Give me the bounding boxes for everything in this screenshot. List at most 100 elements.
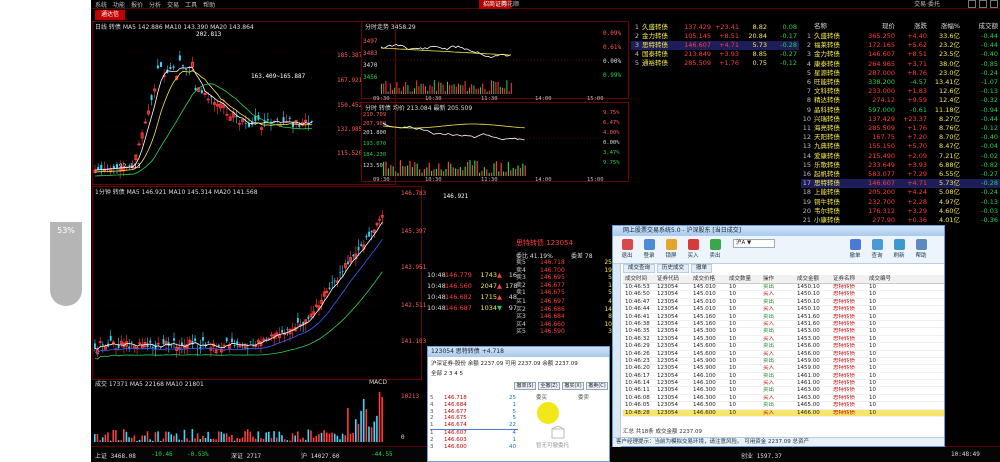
menu-function[interactable]: 功能 <box>113 0 125 9</box>
tab-trade-query[interactable]: 成交查询 <box>623 264 656 273</box>
orderbook-level[interactable]: 买1 146.697 4 <box>516 298 616 306</box>
macd-label[interactable]: MACD <box>369 379 387 386</box>
query-button[interactable]: 查询 <box>867 239 887 261</box>
trade-row[interactable]: 10:46:38 123054 145.160 10 买入 1451.60 思特转债 10 <box>623 321 944 329</box>
cancel-button[interactable]: 撤单(S) <box>514 382 536 390</box>
quote-row[interactable]: 18 上能转债 205.200 +4.24 5.08亿 -0.24 <box>801 188 1000 197</box>
trade-row[interactable]: 10:46:08 123054 146.300 10 买入 1463.00 思特转债 10 <box>623 395 944 403</box>
trade-row[interactable]: 10:46:23 123054 145.900 10 卖出 1459.00 思特转债 10 <box>623 358 944 366</box>
cancel-order-button[interactable]: 撤单 <box>845 239 865 261</box>
trade-row[interactable]: 10:46:11 123054 146.300 10 卖出 1463.00 思特转债 10 <box>623 387 944 395</box>
quote-row[interactable]: 9 晶科转债 597.000 -0.61 11.18亿 -0.94 <box>801 106 1000 115</box>
exit-button[interactable]: 退出 <box>617 239 637 261</box>
order-book-level[interactable]: 5 146.718 25 <box>430 395 518 402</box>
cancel-all-button[interactable]: 全撤(Z) <box>538 382 560 390</box>
trade-row[interactable]: 10:46:26 123054 145.600 10 买入 1456.00 思特转债 10 <box>623 351 944 358</box>
quote-row[interactable]: 19 铜牛转债 232.700 +2.28 4.97亿 -0.13 <box>801 198 1000 207</box>
buy-button[interactable]: 买入 <box>683 239 703 261</box>
order-book-level[interactable]: 1 146.607 4 <box>430 428 518 437</box>
quote-row[interactable]: 15 乐歌转债 233.649 +3.93 6.88亿 -0.82 <box>801 161 1000 170</box>
order-book-level[interactable]: 2 146.675 5 <box>430 415 518 422</box>
trade-row[interactable]: 10:46:53 123054 145.010 10 卖出 1450.10 思特转债 10 <box>623 284 944 292</box>
mini-quote-row[interactable]: 1 久盛转债 137.429 +23.41 8.82 0.08 <box>631 23 799 32</box>
orderbook-level[interactable]: 卖2 146.677 1 <box>516 282 616 290</box>
quote-row[interactable]: 11 海亮转债 285.509 +1.76 8.76亿 -0.12 <box>801 124 1000 133</box>
intraday-index-chart[interactable] <box>381 28 601 96</box>
orderbook-level[interactable]: 买4 146.660 10 <box>516 321 616 329</box>
menu-trade[interactable]: 交易 <box>167 0 179 9</box>
trade-row[interactable]: 10:46:32 123054 145.300 10 买入 1453.00 思特转债 10 <box>623 336 944 344</box>
intraday-bond-chart[interactable] <box>383 110 601 178</box>
quote-row[interactable]: 16 起帆转债 583.077 +7.29 6.55亿 -0.27 <box>801 170 1000 179</box>
trade-row[interactable]: 10:46:41 123054 145.160 10 卖出 1451.60 思特转债 10 <box>623 314 944 321</box>
login-button[interactable]: 登录 <box>639 239 659 261</box>
trade-row[interactable]: 10:46:29 123054 145.600 10 卖出 1456.00 思特转债 10 <box>623 343 944 351</box>
close-icon[interactable] <box>990 0 998 8</box>
menu-analysis[interactable]: 分析 <box>149 0 161 9</box>
quote-row[interactable]: 3 金力转债 146.607 +8.51 23.5亿 -0.40 <box>801 50 1000 59</box>
orderbook-level[interactable]: 买2 146.686 14 <box>516 306 616 314</box>
mini-quote-row[interactable]: 2 金力转债 105.145 +8.51 20.84 -0.17 <box>631 32 799 41</box>
minute-kline-chart[interactable] <box>92 195 392 378</box>
trade-row[interactable]: 10:46:44 123054 145.010 10 买入 1450.10 思特转债 10 <box>623 306 944 314</box>
quote-row[interactable]: 7 文科转债 233.000 +1.83 12.6亿 -0.13 <box>801 87 1000 96</box>
account-select[interactable]: 沪A ▼ <box>733 239 775 248</box>
trade-side-nav[interactable] <box>613 264 621 447</box>
orderbook-level[interactable]: 卖1 146.675 5 <box>516 289 616 297</box>
minimize-icon[interactable] <box>968 0 976 8</box>
order-book-level[interactable]: 4 146.684 1 <box>430 402 518 409</box>
menu-system[interactable]: 系统 <box>95 0 107 9</box>
trade-row[interactable]: 10:46:17 123054 146.100 10 卖出 1461.00 思特转债 10 <box>623 373 944 381</box>
quote-row[interactable]: 6 旺能转债 338.200 -4.57 13.41亿 -1.07 <box>801 78 1000 87</box>
trade-row[interactable]: 10:46:14 123054 146.100 10 买入 1461.00 思特转债 10 <box>623 380 944 388</box>
menu-quote[interactable]: 报价 <box>131 0 143 9</box>
trade-row[interactable]: 10:46:50 123054 145.010 10 买入 1450.10 思特转债 10 <box>623 291 944 299</box>
mini-quote-row-selected[interactable]: 3 思特转债 146.607 +4.71 5.73 -0.28 <box>631 41 799 50</box>
order-book-level[interactable]: 3 146.600 40 <box>430 444 518 451</box>
trade-row[interactable]: 10:48:28 123054 146.600 10 买入 1466.00 思特转债 10 <box>623 409 944 418</box>
tab-history[interactable]: 历史成交 <box>657 264 690 273</box>
volume-chart[interactable] <box>92 386 392 444</box>
menu-tools[interactable]: 工具 <box>185 0 197 9</box>
sell-button[interactable]: 卖出 <box>705 239 725 261</box>
mini-quote-row[interactable]: 4 国泰转债 213.849 +3.93 8.85 -0.27 <box>631 50 799 59</box>
orderbook-level[interactable]: 买3 146.684 8 <box>516 313 616 321</box>
order-book-level[interactable]: 2 146.603 1 <box>430 437 518 444</box>
help-button[interactable]: 帮助 <box>911 239 931 261</box>
maximize-icon[interactable] <box>979 0 987 8</box>
tab-active[interactable]: 通达信 <box>95 10 126 20</box>
trade-row[interactable]: 10:46:47 123054 145.010 10 卖出 1450.10 思特转债 10 <box>623 299 944 307</box>
volume-bar <box>333 433 336 442</box>
orderbook-level[interactable]: 卖3 146.695 5 <box>516 274 616 282</box>
quote-row[interactable]: 10 兴瑞转债 137.429 +23.37 8.27亿 -0.44 <box>801 115 1000 124</box>
menu-help[interactable]: 帮助 <box>203 0 215 9</box>
quote-row[interactable]: 13 九典转债 155.150 +5.70 8.47亿 -0.04 <box>801 142 1000 151</box>
cancel-buy-button[interactable]: 撤买(X) <box>562 382 584 390</box>
quote-row[interactable]: 12 天阳转债 167.75 +7.20 8.70亿 -0.40 <box>801 133 1000 142</box>
lock-button[interactable]: 锁屏 <box>661 239 681 261</box>
order-book-level[interactable]: 3 146.677 5 <box>430 409 518 416</box>
quote-row[interactable]: 4 康泰转债 264.965 +3.71 38.0亿 -0.85 <box>801 60 1000 69</box>
quote-row[interactable]: 20 韦尔转债 176.312 +3.29 4.60亿 -0.03 <box>801 207 1000 216</box>
order-filter-line[interactable]: 全部 2 3 4 5 <box>431 369 463 377</box>
quote-row[interactable]: 17 思特转债 146.607 +4.71 5.73亿 -0.28 <box>801 179 1000 189</box>
trade-row[interactable]: 10:46:20 123054 145.900 10 买入 1459.00 思特转债 10 <box>623 365 944 373</box>
mini-quote-row[interactable]: 5 通裕转债 285.509 +1.76 0.75 -0.12 <box>631 59 799 68</box>
quote-row[interactable]: 8 精达转债 274.12 +9.59 12.4亿 -0.32 <box>801 96 1000 105</box>
zoom-handle[interactable]: 53% <box>50 222 82 306</box>
quote-row[interactable]: 5 星源转债 287.000 +8.76 23.0亿 -0.24 <box>801 69 1000 78</box>
trade-row[interactable]: 10:46:35 123054 145.300 10 卖出 1453.00 思特转债 10 <box>623 328 944 336</box>
quote-row[interactable]: 14 爱康转债 215.490 +2.09 7.21亿 -0.02 <box>801 152 1000 161</box>
orderbook-level[interactable]: 卖4 146.700 19 <box>516 267 616 275</box>
quote-row[interactable]: 2 福莱转债 172.165 +5.62 23.2亿 -0.44 <box>801 41 1000 50</box>
trade-row[interactable]: 10:46:05 123054 146.500 10 卖出 1465.00 思特转债 10 <box>623 402 944 410</box>
orderbook-level[interactable]: 卖5 146.718 25 <box>516 259 616 267</box>
refresh-button[interactable]: 刷新 <box>889 239 909 261</box>
quote-row[interactable]: 21 小康转债 277.90 +0.36 4.01亿 -0.36 <box>801 216 1000 225</box>
order-book-level[interactable]: 1 146.674 22 <box>430 422 518 429</box>
tab-cancel[interactable]: 撤单 <box>691 264 713 273</box>
daily-kline-chart[interactable] <box>92 30 337 180</box>
cancel-sell-button[interactable]: 撤卖(C) <box>586 382 608 390</box>
quote-row[interactable]: 1 久盛转债 365.250 +4.40 33.6亿 -0.44 <box>801 32 1000 41</box>
orderbook-level[interactable]: 买5 146.590 3 <box>516 328 616 336</box>
